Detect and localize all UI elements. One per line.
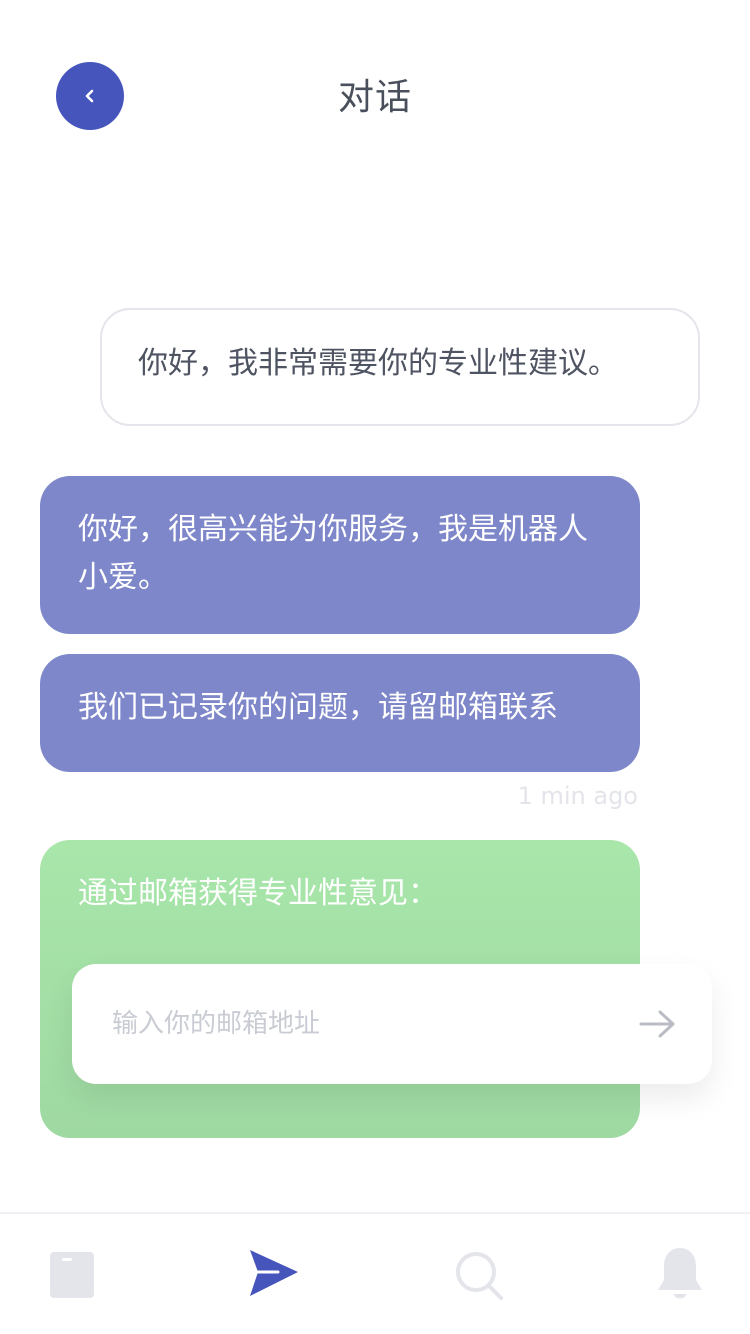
email-input-card [72, 964, 712, 1084]
email-prompt-text: 通过邮箱获得专业性意见： [78, 876, 438, 911]
page-title: 对话 [337, 77, 412, 118]
bot-message-bubble: 你好，很高兴能为你服务，我是机器人小爱。 [40, 476, 640, 634]
search-icon[interactable] [454, 1250, 504, 1302]
email-input[interactable] [112, 994, 612, 1054]
chat-screen: 对话 你好，我非常需要你的专业性建议。 你好，很高兴能为你服务，我是机器人小爱。… [0, 0, 750, 1334]
send-icon[interactable] [248, 1248, 300, 1300]
document-icon[interactable] [50, 1252, 94, 1298]
user-message-bubble: 你好，我非常需要你的专业性建议。 [100, 308, 700, 426]
bot-message-bubble: 我们已记录你的问题，请留邮箱联系 [40, 654, 640, 772]
arrow-right-icon[interactable] [638, 1006, 678, 1042]
bottom-nav [0, 1212, 750, 1334]
message-text: 你好，我非常需要你的专业性建议。 [138, 346, 618, 381]
message-text: 我们已记录你的问题，请留邮箱联系 [78, 690, 558, 725]
message-timestamp: 1 min ago [517, 782, 638, 810]
message-text: 你好，很高兴能为你服务，我是机器人小爱。 [78, 512, 588, 595]
bell-icon[interactable] [656, 1246, 704, 1304]
